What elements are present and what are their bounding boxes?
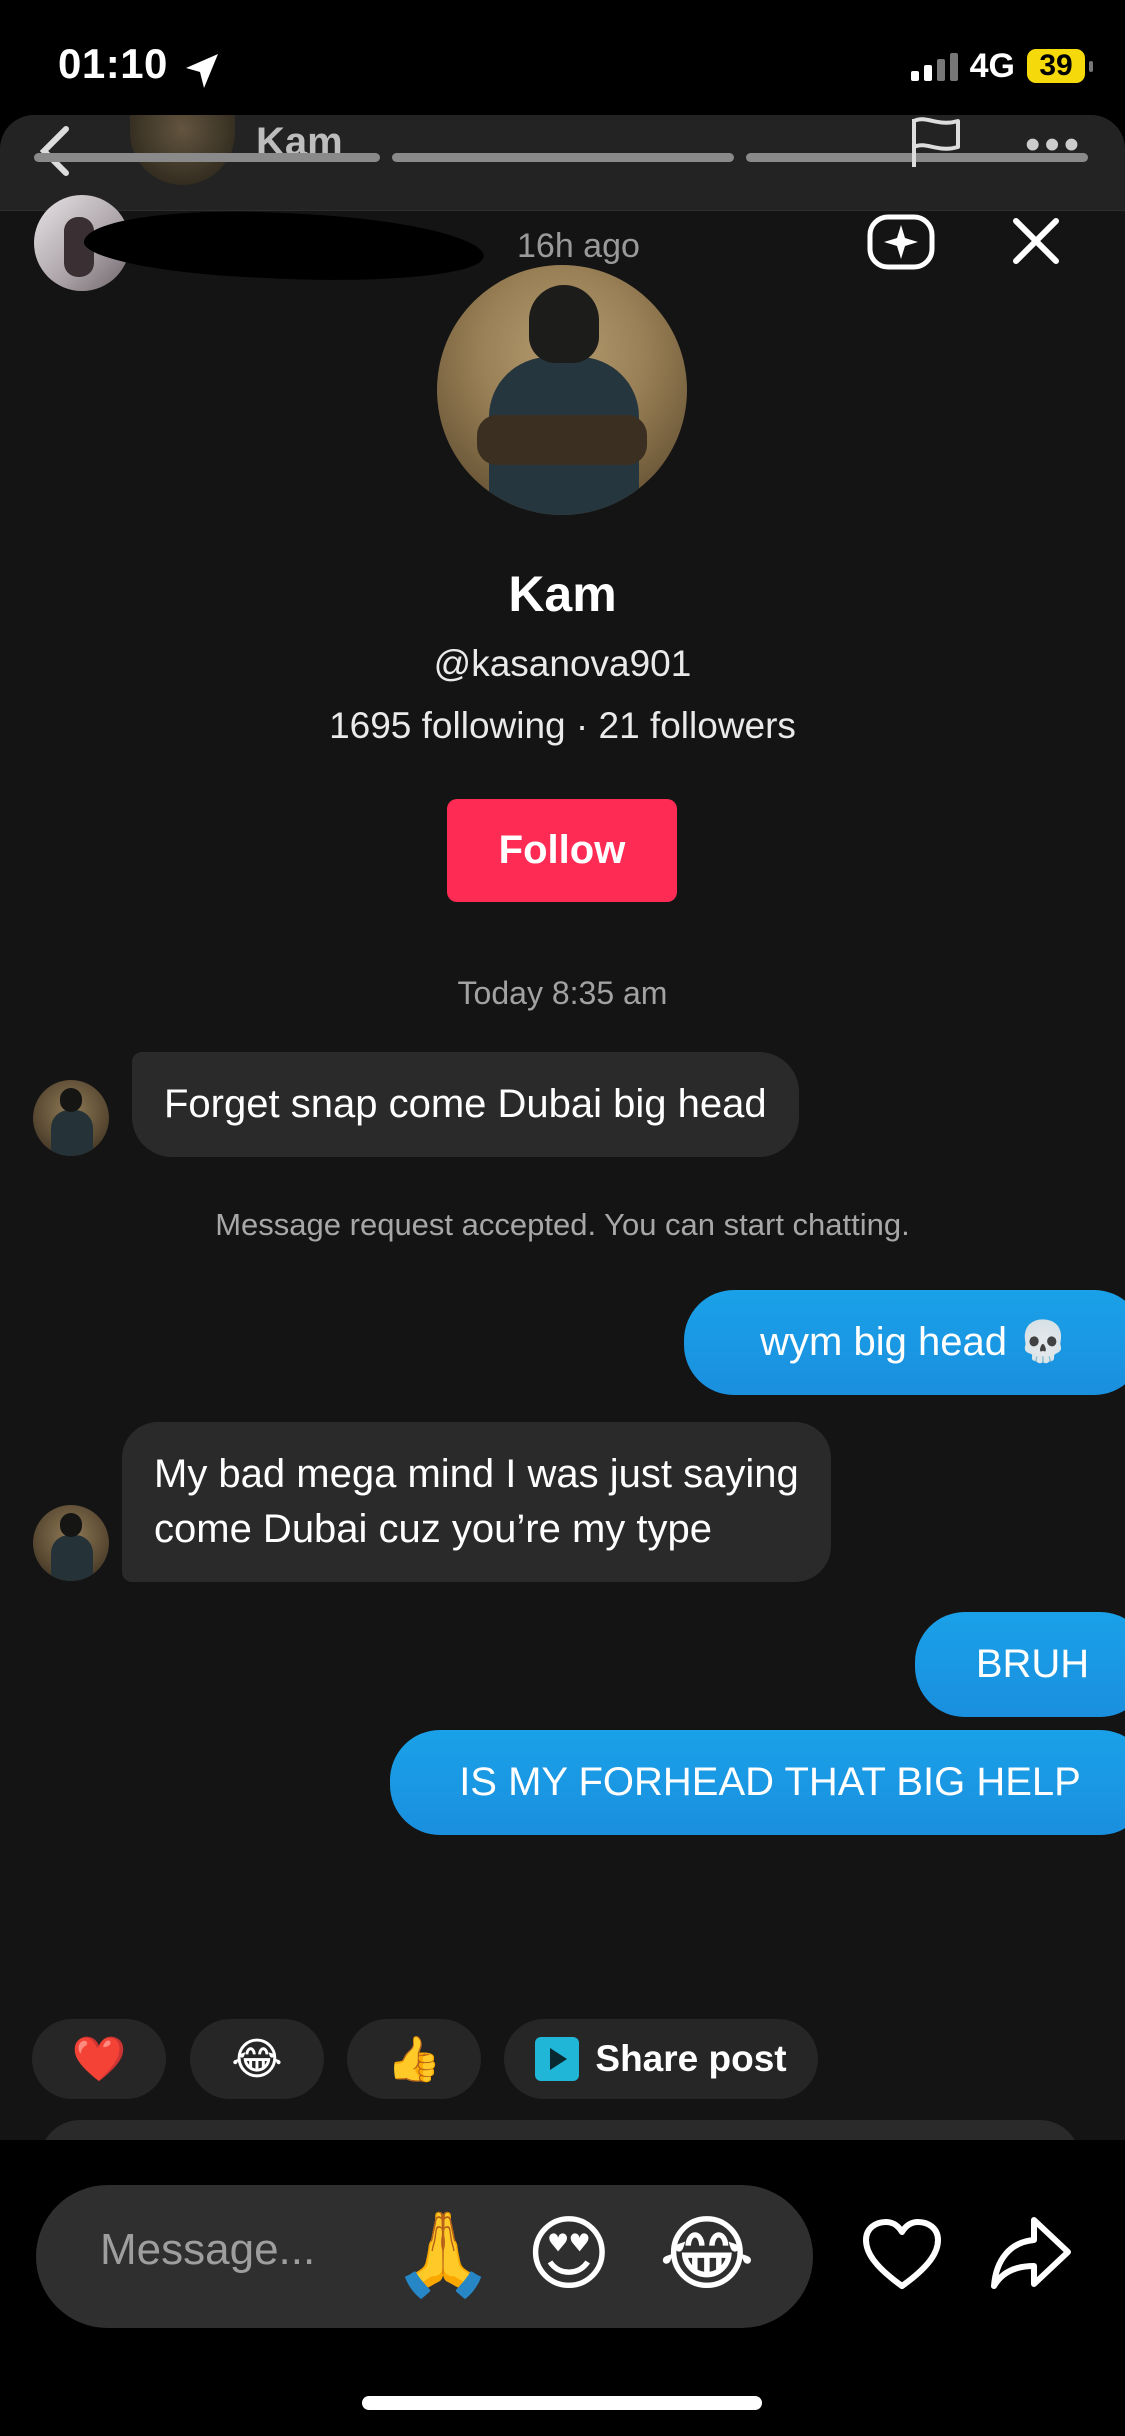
story-progress-segment	[392, 153, 734, 162]
profile-avatar[interactable]	[437, 265, 687, 515]
sender-avatar[interactable]	[33, 1080, 109, 1156]
location-arrow-icon	[186, 54, 218, 88]
reaction-thumbs-up-chip[interactable]: 👍	[347, 2019, 481, 2099]
message-line: come Dubai cuz you’re my type	[154, 1507, 713, 1551]
message-bubble-incoming[interactable]: My bad mega mind I was just saying come …	[122, 1422, 831, 1582]
home-indicator	[362, 2396, 762, 2410]
share-post-button[interactable]: Share post	[504, 2019, 818, 2099]
system-message: Message request accepted. You can start …	[215, 1207, 910, 1242]
story-time-ago: 16h ago	[517, 227, 640, 265]
signal-icon	[910, 51, 958, 81]
message-bubble-outgoing[interactable]: BRUH	[915, 1612, 1125, 1717]
message-bubble-outgoing[interactable]: wym big head 💀	[684, 1290, 1125, 1395]
quick-emoji-heart-eyes[interactable]: 😍	[526, 2205, 611, 2305]
network-type: 4G	[969, 46, 1015, 85]
redacted-username	[82, 202, 486, 290]
next-card-peek	[40, 2120, 1080, 2140]
quick-emoji-laugh[interactable]: 😂	[659, 2205, 755, 2305]
play-icon	[535, 2037, 580, 2081]
message-bubble-incoming[interactable]: Forget snap come Dubai big head	[132, 1052, 799, 1157]
story-progress-segment	[34, 153, 380, 162]
status-indicators: 4G 39	[910, 46, 1093, 85]
message-line: My bad mega mind I was just saying	[154, 1452, 799, 1496]
profile-handle: @kasanova901	[433, 643, 692, 684]
story-panel: Kam ••• 16h ago Kam @kasanova901 1695 fo…	[0, 115, 1125, 2140]
close-icon[interactable]	[1008, 213, 1064, 269]
message-bubble-outgoing[interactable]: IS MY FORHEAD THAT BIG HELP	[390, 1730, 1125, 1835]
reaction-heart-chip[interactable]: ❤️	[32, 2019, 166, 2099]
sender-avatar[interactable]	[33, 1505, 109, 1581]
status-time: 01:10	[58, 40, 168, 87]
profile-stats: 1695 following · 21 followers	[329, 705, 796, 746]
heart-icon[interactable]	[862, 2218, 942, 2292]
profile-name: Kam	[508, 566, 617, 622]
battery-icon: 39	[1027, 49, 1093, 83]
more-dots-icon[interactable]: •••	[1025, 123, 1083, 167]
follow-button[interactable]: Follow	[447, 799, 677, 902]
sparkle-icon[interactable]	[866, 211, 936, 273]
flag-icon[interactable]	[908, 115, 964, 169]
share-arrow-icon[interactable]	[990, 2214, 1072, 2294]
share-post-label: Share post	[595, 2038, 787, 2079]
date-separator: Today 8:35 am	[457, 975, 668, 1011]
message-placeholder: Message...	[100, 2225, 316, 2274]
reaction-laugh-chip[interactable]: 😂	[190, 2019, 324, 2099]
quick-emoji-pray[interactable]: 🙏	[392, 2205, 494, 2305]
